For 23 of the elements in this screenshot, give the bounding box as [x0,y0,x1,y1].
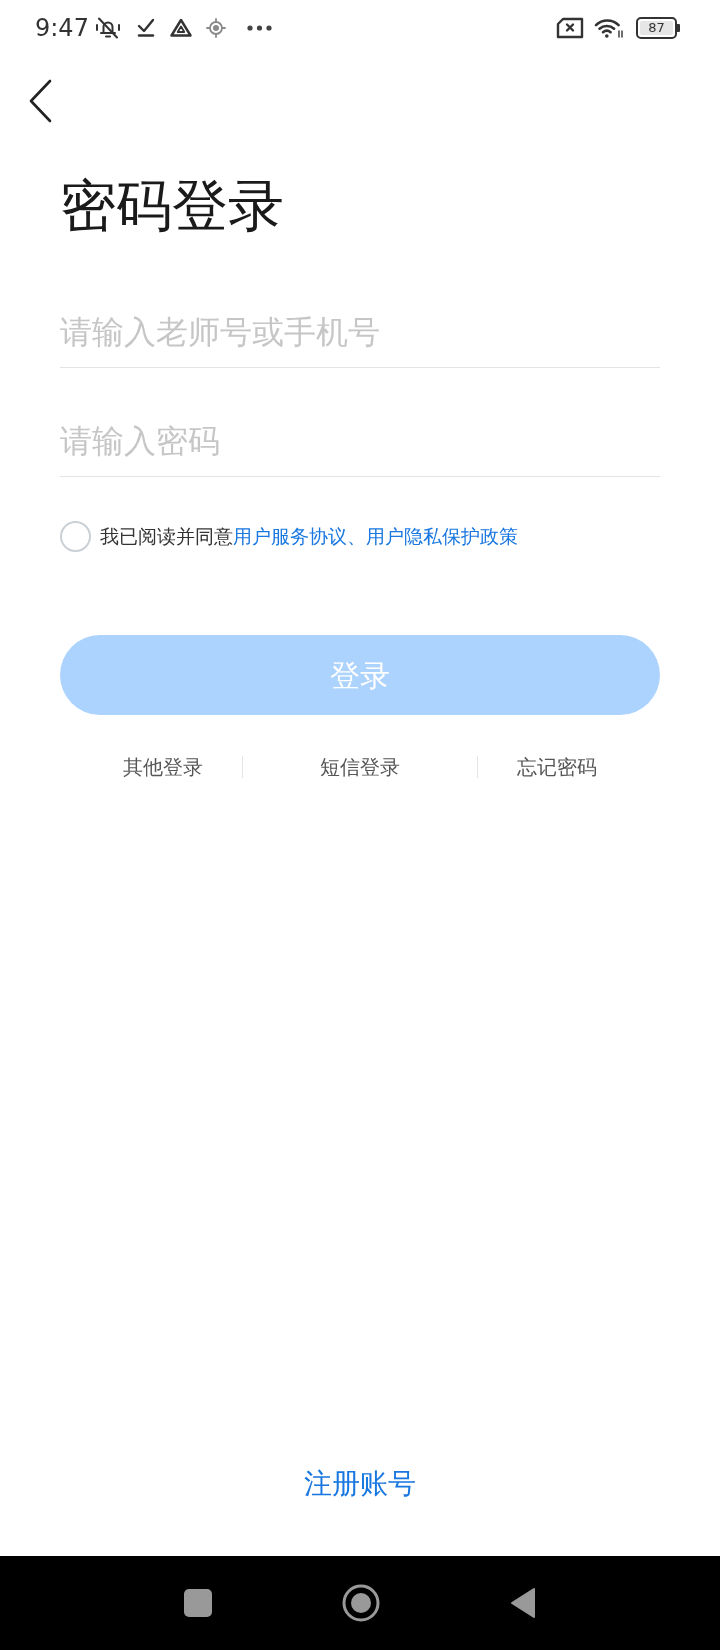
no-sim-icon [556,16,584,39]
home-circle-icon[interactable] [342,1584,380,1622]
back-chevron-icon [28,79,52,123]
agreement-text: 我已阅读并同意用户服务协议、用户隐私保护政策 [100,524,518,549]
recent-apps-square-icon[interactable] [184,1589,212,1617]
agreement-checkbox[interactable] [60,520,91,552]
password-input[interactable]: 请输入密码 [60,405,660,477]
back-triangle-icon[interactable] [510,1587,536,1619]
agreement-link[interactable]: 用户服务协议、用户隐私保护政策 [233,525,518,547]
battery-percentage: 87 [648,20,665,35]
register-link[interactable]: 注册账号 [304,1464,416,1504]
status-time: 9:47 [35,13,89,42]
account-input[interactable]: 请输入老师号或手机号 [60,296,660,368]
alt-login-link[interactable]: 其他登录 [123,753,203,781]
page-title: 密码登录 [60,178,285,234]
muted-bell-icon [94,15,121,40]
download-done-icon [136,18,155,37]
location-crosshair-icon [205,17,226,38]
alt-login-link[interactable]: 忘记密码 [517,753,597,781]
alt-login-link[interactable]: 短信登录 [320,753,400,781]
wifi-icon [594,16,624,39]
more-dots-icon [246,24,272,31]
triangle-icon [169,17,192,38]
